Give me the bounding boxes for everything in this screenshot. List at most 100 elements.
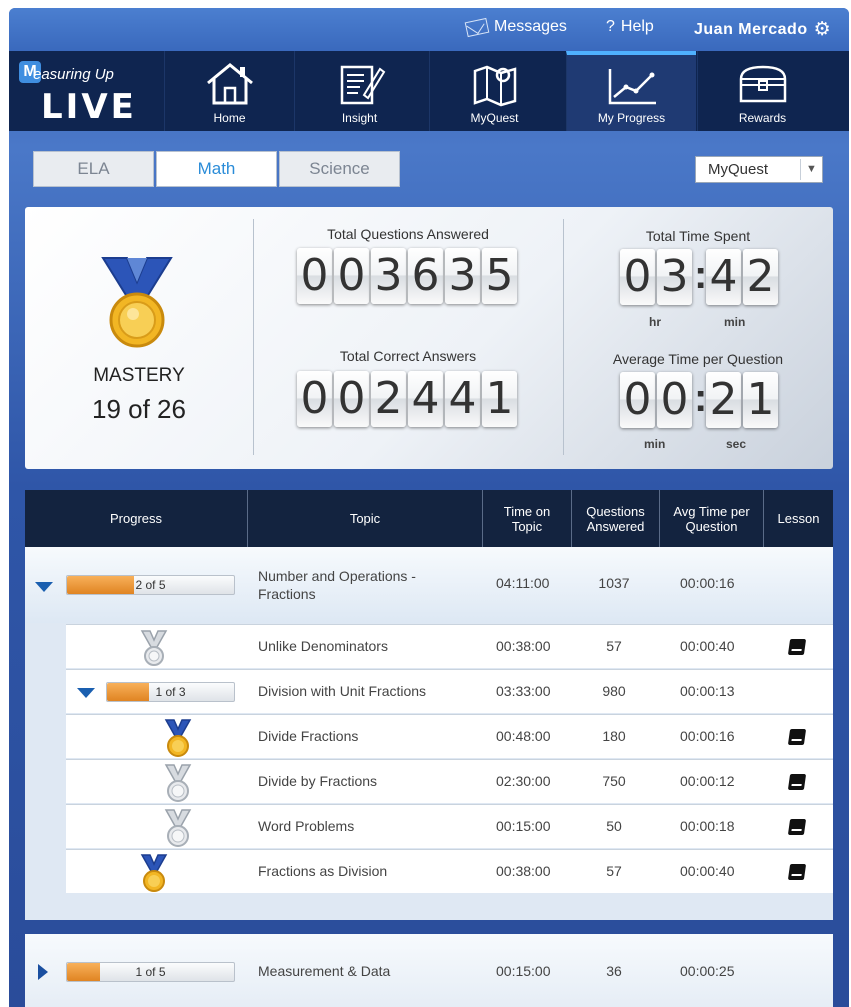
questions-answered: 1037: [598, 575, 630, 591]
table-row[interactable]: 2 of 5 Number and Operations - Fractions…: [25, 547, 833, 623]
mastery-value: 19 of 26: [92, 394, 186, 424]
total-time-counter: 0 3 : 4 2: [620, 249, 778, 305]
topic-name: Fractions as Division: [258, 863, 388, 879]
topic-name: Divide Fractions: [258, 728, 359, 744]
nav-rewards[interactable]: Rewards: [697, 51, 827, 131]
mastery-section: MASTERY 19 of 26: [25, 207, 253, 469]
chevron-down-icon[interactable]: ▼: [800, 159, 822, 180]
questions-answered: 57: [606, 638, 622, 654]
progress-table: Progress Topic Time on Topic Questions A…: [25, 490, 833, 920]
digit: 0: [334, 248, 369, 304]
minutes-unit: min: [644, 437, 666, 451]
help-label: Help: [620, 18, 654, 35]
colon: :: [694, 376, 708, 420]
topic-name: Measurement & Data: [258, 963, 391, 979]
nav-myquest[interactable]: MyQuest: [429, 51, 559, 131]
time-on-topic: 00:38:00: [496, 863, 551, 879]
lesson-book-icon[interactable]: [787, 819, 807, 835]
avg-time: 00:00:40: [680, 638, 735, 654]
logo-live: LIVE: [41, 87, 137, 127]
digit: 1: [482, 371, 517, 427]
digit: 0: [334, 371, 369, 427]
gear-icon[interactable]: ⚙: [814, 18, 832, 41]
expand-toggle-icon[interactable]: [35, 582, 53, 592]
header-questions-answered: Questions Answered: [572, 490, 660, 547]
divider: [253, 219, 254, 455]
progress-fill: [67, 963, 101, 981]
silver-medal-icon: [164, 809, 192, 847]
progress-fill: [107, 683, 149, 701]
subject-tabs: ELA Math Science: [33, 151, 402, 187]
mastery-label: MASTERY: [93, 365, 185, 386]
expand-toggle-icon[interactable]: [77, 688, 95, 698]
gold-medal-icon: [140, 854, 168, 892]
digit: 0: [297, 371, 332, 427]
lesson-book-icon[interactable]: [787, 729, 807, 745]
tab-science[interactable]: Science: [279, 151, 400, 187]
top-bar: Messages ? Help Juan Mercado ⚙: [9, 8, 849, 51]
user-menu[interactable]: Juan Mercado ⚙: [694, 18, 831, 41]
treasure-chest-icon: [739, 65, 786, 103]
nav-my-progress[interactable]: My Progress: [566, 51, 696, 131]
topic-name: Divide by Fractions: [258, 773, 378, 789]
progress-bar: 1 of 3: [106, 682, 235, 702]
topic-name: Number and Operations - Fractions: [258, 568, 416, 602]
digit: 4: [408, 371, 443, 427]
logo[interactable]: M easuring Up LIVE: [19, 61, 159, 127]
questions-answered: 50: [606, 818, 622, 834]
user-name: Juan Mercado: [694, 20, 808, 38]
tab-math[interactable]: Math: [156, 151, 277, 187]
gold-medal-icon: [164, 719, 192, 757]
questions-answered: 57: [606, 863, 622, 879]
house-icon: [206, 63, 253, 105]
hours-unit: hr: [649, 315, 661, 329]
tab-ela[interactable]: ELA: [33, 151, 154, 187]
map-pin-icon: [473, 65, 516, 107]
questions-answered: 750: [602, 773, 626, 789]
line-chart-icon: [608, 69, 656, 105]
table-row[interactable]: Unlike Denominators 00:38:00 57 00:00:40: [66, 624, 833, 668]
table-row[interactable]: Word Problems 00:15:00 50 00:00:18: [66, 804, 833, 848]
progress-text: 1 of 3: [155, 685, 186, 699]
avg-time: 00:00:13: [680, 683, 735, 699]
table-row[interactable]: 1 of 3 Division with Unit Fractions 03:3…: [66, 669, 833, 713]
time-on-topic: 00:48:00: [496, 728, 551, 744]
myquest-dropdown[interactable]: MyQuest ▼: [695, 156, 823, 183]
table-row[interactable]: Fractions as Division 00:38:00 57 00:00:…: [66, 849, 833, 893]
digit: 3: [657, 249, 692, 305]
avg-time: 00:00:16: [680, 575, 735, 591]
lesson-book-icon[interactable]: [787, 774, 807, 790]
table-row[interactable]: Divide by Fractions 02:30:00 750 00:00:1…: [66, 759, 833, 803]
stats-panel: MASTERY 19 of 26 Total Questions Answere…: [25, 207, 833, 469]
nav-rewards-label: Rewards: [738, 111, 787, 125]
progress-text: 1 of 5: [135, 965, 166, 979]
header-topic: Topic: [248, 490, 483, 547]
digit: 6: [408, 248, 443, 304]
seconds-unit: sec: [726, 437, 747, 451]
minutes-unit: min: [724, 315, 746, 329]
avg-time: 00:00:40: [680, 863, 735, 879]
app-window: Messages ? Help Juan Mercado ⚙ M easurin…: [9, 8, 849, 1007]
avg-time: 00:00:18: [680, 818, 735, 834]
nav-home[interactable]: Home: [164, 51, 294, 131]
lesson-book-icon[interactable]: [787, 639, 807, 655]
table-row[interactable]: Divide Fractions 00:48:00 180 00:00:16: [66, 714, 833, 758]
expand-toggle-icon[interactable]: [38, 964, 48, 980]
lesson-book-icon[interactable]: [787, 864, 807, 880]
colon: :: [694, 253, 708, 297]
progress-bar: 2 of 5: [66, 575, 235, 595]
time-on-topic: 03:33:00: [496, 683, 551, 699]
help-link[interactable]: ? Help: [606, 18, 654, 36]
header-lesson: Lesson: [777, 511, 820, 526]
avg-time: 00:00:16: [680, 728, 735, 744]
digit: 5: [482, 248, 517, 304]
header-progress: Progress: [25, 490, 248, 547]
digit: 0: [620, 372, 655, 428]
nav-insight[interactable]: Insight: [294, 51, 424, 131]
digit: 1: [743, 372, 778, 428]
silver-medal-icon: [164, 764, 192, 802]
logo-text: easuring Up: [33, 66, 114, 83]
digit: 0: [297, 248, 332, 304]
messages-link[interactable]: Messages: [464, 17, 567, 37]
table-row[interactable]: 1 of 5 Measurement & Data 00:15:00 36 00…: [25, 934, 833, 1007]
